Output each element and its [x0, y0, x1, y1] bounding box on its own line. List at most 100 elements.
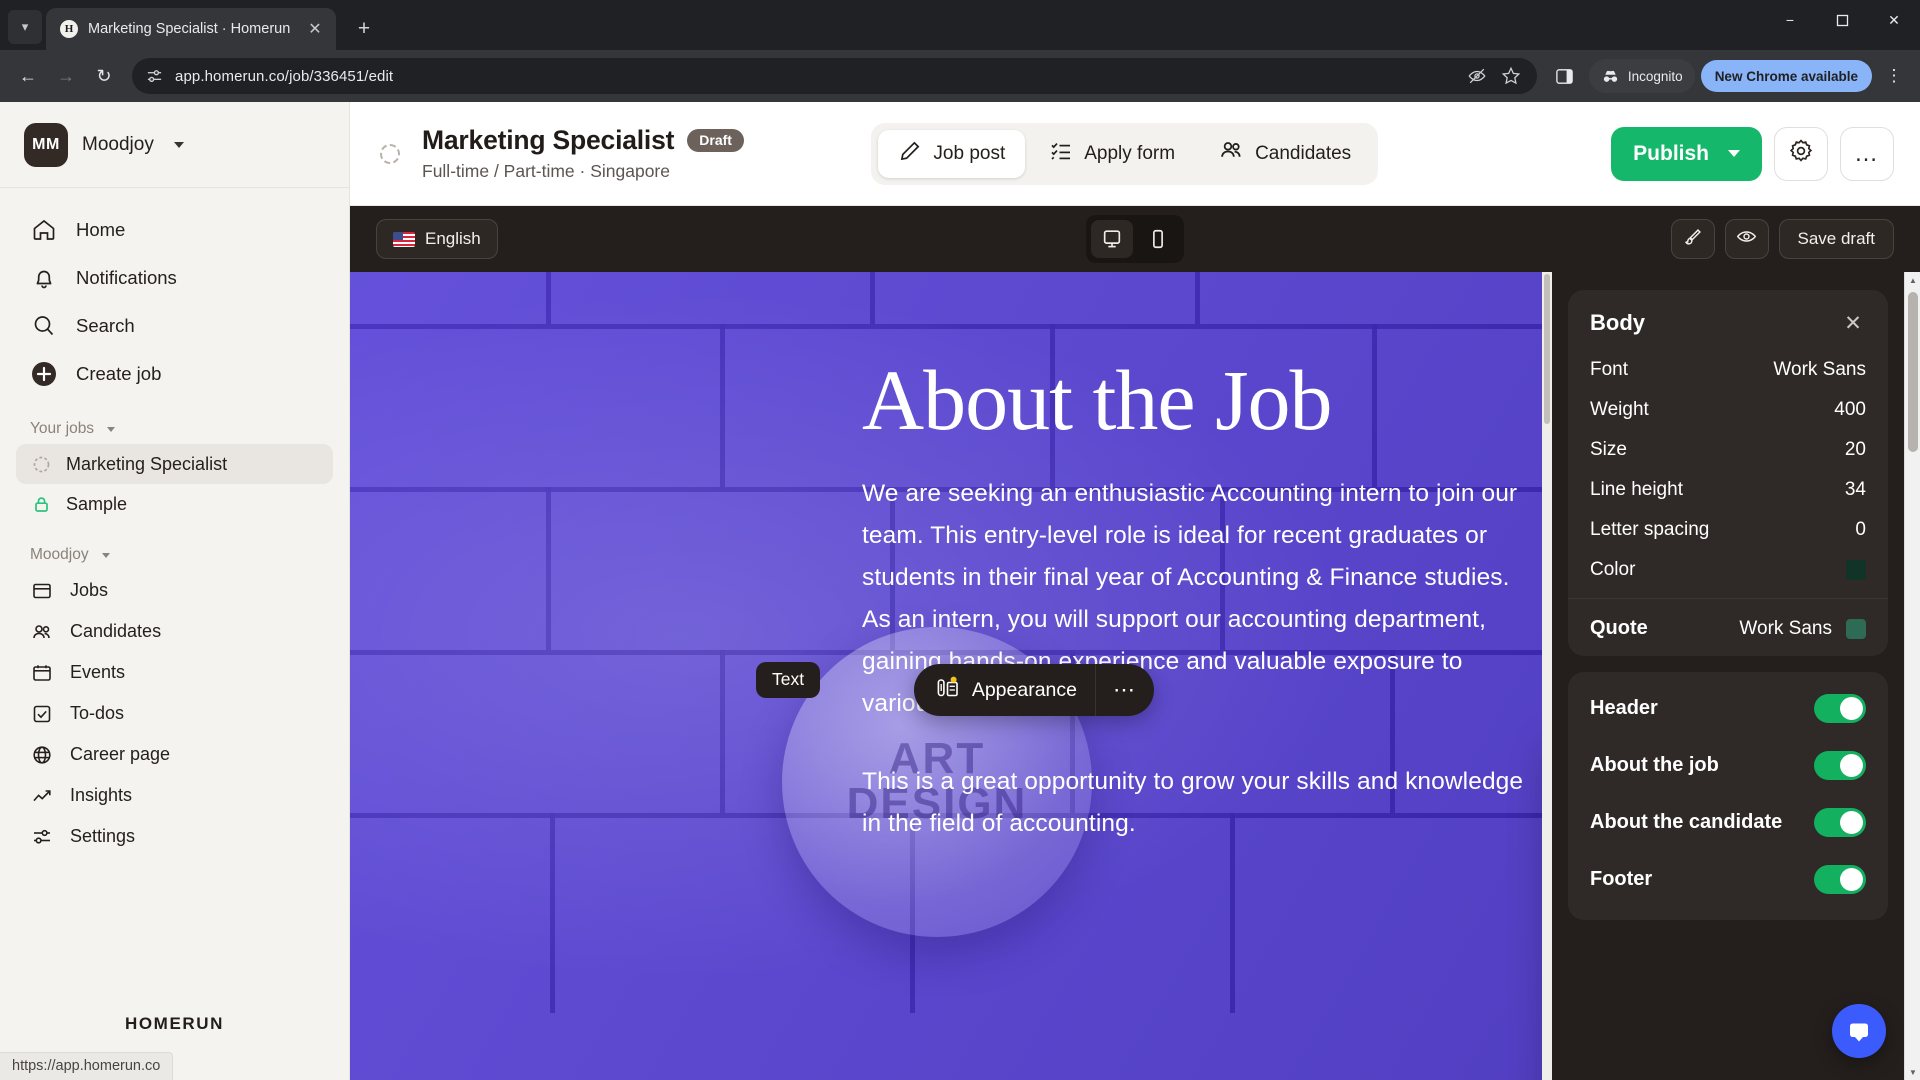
- about-the-candidate-toggle[interactable]: [1814, 808, 1866, 837]
- toggle-row-header[interactable]: Header: [1568, 680, 1888, 737]
- more-options-button[interactable]: …: [1840, 126, 1894, 181]
- three-dot-menu-icon[interactable]: ⋮: [1878, 60, 1910, 92]
- property-row-font[interactable]: Font Work Sans: [1568, 350, 1888, 390]
- sidebar-item-home[interactable]: Home: [16, 206, 333, 254]
- new-tab-button[interactable]: +: [348, 13, 380, 45]
- canvas-scrollbar[interactable]: [1542, 272, 1552, 1080]
- tab-label: Candidates: [1255, 142, 1352, 164]
- mobile-view-button[interactable]: [1137, 220, 1179, 258]
- close-icon[interactable]: ✕: [304, 18, 326, 40]
- brand-text: HOMERUN: [124, 1014, 225, 1033]
- footer-toggle[interactable]: [1814, 865, 1866, 894]
- toggle-row-about-the-job[interactable]: About the job: [1568, 737, 1888, 794]
- sidebar-item-settings[interactable]: Settings: [16, 816, 333, 857]
- brush-button[interactable]: [1670, 219, 1715, 259]
- page-scrollbar[interactable]: ▲ ▼: [1904, 272, 1920, 1080]
- chevron-down-icon[interactable]: [173, 141, 184, 148]
- window-icon: [30, 579, 54, 603]
- new-chrome-available-button[interactable]: New Chrome available: [1700, 60, 1872, 92]
- scroll-down-arrow[interactable]: ▼: [1905, 1064, 1920, 1080]
- sidebar-item-label: Notifications: [76, 267, 177, 288]
- quote-color-swatch[interactable]: [1846, 618, 1866, 639]
- browser-tab[interactable]: H Marketing Specialist · Homerun ✕: [46, 8, 336, 50]
- web-page: MM Moodjoy Home Notifications Search Cre…: [0, 102, 1920, 1080]
- editor-toolbar: English Save draft: [350, 206, 1920, 272]
- scrollbar-thumb[interactable]: [1908, 292, 1918, 452]
- desktop-view-button[interactable]: [1091, 220, 1133, 258]
- toggle-row-about-the-candidate[interactable]: About the candidate: [1568, 794, 1888, 851]
- header-toggle[interactable]: [1814, 694, 1866, 723]
- close-window-button[interactable]: ✕: [1868, 0, 1920, 40]
- sidebar-item-search[interactable]: Search: [16, 302, 333, 350]
- chart-line-icon: [30, 784, 54, 808]
- block-more-options-button[interactable]: ⋯: [1096, 664, 1154, 716]
- url-text: app.homerun.co/job/336451/edit: [175, 67, 394, 85]
- tab-job-post[interactable]: Job post: [878, 129, 1026, 178]
- property-row-weight[interactable]: Weight 400: [1568, 390, 1888, 430]
- search-icon: [30, 312, 58, 340]
- tab-candidates[interactable]: Candidates: [1199, 130, 1371, 178]
- about-the-job-toggle[interactable]: [1814, 751, 1866, 780]
- publish-button[interactable]: Publish: [1611, 126, 1762, 181]
- property-label: Line height: [1590, 479, 1683, 500]
- about-the-job-paragraph[interactable]: This is a great opportunity to grow your…: [862, 761, 1542, 845]
- close-icon[interactable]: ✕: [1840, 310, 1866, 336]
- text-block-tag[interactable]: Text: [756, 662, 821, 698]
- save-draft-button[interactable]: Save draft: [1778, 219, 1894, 259]
- tab-search-chevron-icon[interactable]: ▾: [8, 10, 42, 44]
- status-badge: Draft: [687, 129, 744, 152]
- language-selector[interactable]: English: [376, 219, 498, 259]
- property-row-quote[interactable]: Quote Work Sans: [1568, 607, 1888, 644]
- tab-apply-form[interactable]: Apply form: [1029, 130, 1195, 178]
- job-post-canvas[interactable]: ART DESIGN About the Job We are seeking …: [350, 272, 1542, 1080]
- forward-arrow-icon[interactable]: →: [48, 58, 84, 94]
- property-row-letter-spacing[interactable]: Letter spacing 0: [1568, 510, 1888, 550]
- browser-tabstrip: ▾ H Marketing Specialist · Homerun ✕ + −…: [0, 0, 1920, 50]
- about-the-job-heading[interactable]: About the Job: [862, 357, 1542, 443]
- maximize-button[interactable]: [1816, 0, 1868, 40]
- job-title-row: Marketing Specialist Draft: [422, 125, 744, 156]
- sidebar-item-label: Settings: [70, 826, 136, 846]
- chat-support-button[interactable]: [1832, 1004, 1886, 1058]
- property-row-size[interactable]: Size 20: [1568, 430, 1888, 470]
- preview-button[interactable]: [1724, 219, 1769, 259]
- side-panel-icon[interactable]: [1547, 58, 1583, 94]
- sidebar-item-marketing-specialist[interactable]: Marketing Specialist: [16, 444, 333, 484]
- sidebar-item-notifications[interactable]: Notifications: [16, 254, 333, 302]
- back-arrow-icon[interactable]: ←: [10, 58, 46, 94]
- checkbox-icon: [30, 702, 54, 726]
- sidebar-item-events[interactable]: Events: [16, 652, 333, 693]
- sidebar-item-sample[interactable]: Sample: [16, 484, 333, 524]
- chevron-down-icon[interactable]: [107, 426, 116, 432]
- sidebar-item-career-page[interactable]: Career page: [16, 734, 333, 775]
- minimize-button[interactable]: −: [1764, 0, 1816, 40]
- org-group-label[interactable]: Moodjoy: [0, 524, 349, 570]
- sidebar-item-insights[interactable]: Insights: [16, 775, 333, 816]
- sidebar-item-jobs[interactable]: Jobs: [16, 570, 333, 611]
- chevron-down-icon[interactable]: [101, 552, 110, 558]
- toggle-row-footer[interactable]: Footer: [1568, 851, 1888, 908]
- eye-off-icon[interactable]: [1467, 66, 1487, 86]
- property-row-line-height[interactable]: Line height 34: [1568, 470, 1888, 510]
- address-bar[interactable]: app.homerun.co/job/336451/edit: [132, 58, 1537, 94]
- sidebar-item-create-job[interactable]: Create job: [16, 350, 333, 398]
- tune-icon[interactable]: [146, 68, 163, 85]
- divider: [1568, 598, 1888, 599]
- reload-icon[interactable]: ↻: [86, 58, 122, 94]
- property-row-color[interactable]: Color: [1568, 550, 1888, 590]
- org-switcher[interactable]: MM Moodjoy: [0, 102, 349, 188]
- your-jobs-group-label[interactable]: Your jobs: [0, 398, 349, 444]
- sidebar-item-candidates[interactable]: Candidates: [16, 611, 333, 652]
- appearance-button[interactable]: Appearance: [914, 664, 1096, 716]
- incognito-indicator[interactable]: Incognito: [1588, 59, 1695, 93]
- property-value: Work Sans: [1773, 359, 1866, 380]
- scroll-up-arrow[interactable]: ▲: [1905, 272, 1920, 288]
- sections-toggles-card: Header About the job About the candidate: [1568, 672, 1888, 920]
- settings-button[interactable]: [1774, 126, 1828, 181]
- sidebar-item-todos[interactable]: To-dos: [16, 693, 333, 734]
- chevron-down-icon[interactable]: [1728, 150, 1740, 157]
- color-swatch[interactable]: [1846, 560, 1866, 580]
- star-icon[interactable]: [1501, 66, 1521, 86]
- property-value: 20: [1844, 439, 1866, 460]
- three-dot-menu-icon: …: [1854, 139, 1880, 167]
